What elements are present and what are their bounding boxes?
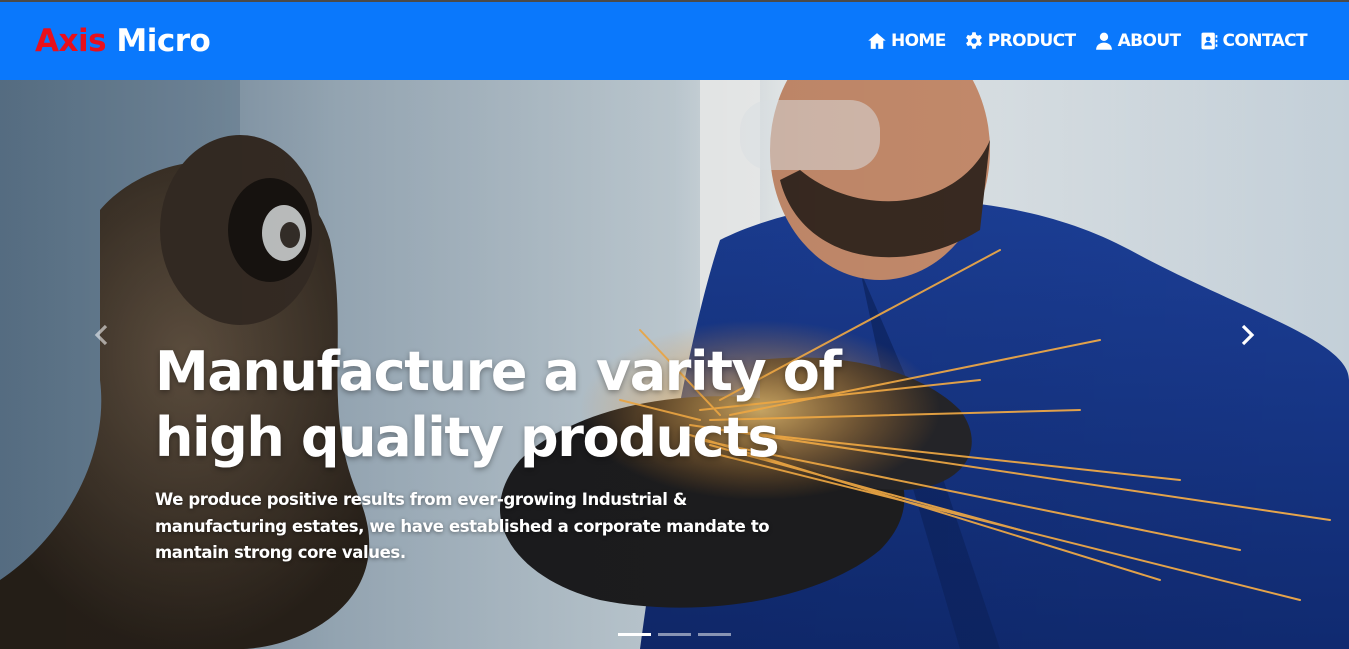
hero-carousel: Manufacture a varity of high quality pro…: [0, 80, 1349, 649]
brand-logo[interactable]: Axis Micro: [35, 23, 211, 59]
nav-item-contact[interactable]: CONTACT: [1199, 31, 1308, 51]
hero-caption: Manufacture a varity of high quality pro…: [155, 339, 855, 567]
chevron-left-icon: [94, 324, 108, 346]
hero-title: Manufacture a varity of high quality pro…: [155, 339, 855, 471]
nav-item-product-label: PRODUCT: [987, 31, 1076, 51]
gear-icon: [965, 32, 982, 49]
nav-item-about[interactable]: ABOUT: [1094, 31, 1181, 51]
navbar: Axis Micro HOME PRODUCT ABOUT CONTACT: [0, 2, 1349, 80]
carousel-next-button[interactable]: [1233, 320, 1263, 350]
carousel-indicator[interactable]: [618, 633, 651, 636]
nav-item-home-label: HOME: [890, 31, 946, 51]
hero-title-line1: Manufacture a varity of: [155, 340, 842, 403]
brand-part1: Axis: [35, 23, 107, 59]
nav-item-contact-label: CONTACT: [1222, 31, 1308, 51]
carousel-indicator[interactable]: [698, 633, 731, 636]
carousel-indicator[interactable]: [658, 633, 691, 636]
chevron-right-icon: [1241, 324, 1255, 346]
nav-item-about-label: ABOUT: [1117, 31, 1182, 51]
home-icon: [868, 33, 886, 49]
main-nav: HOME PRODUCT ABOUT CONTACT: [867, 31, 1308, 51]
brand-part2: Micro: [116, 23, 211, 59]
hero-title-line2: high quality products: [155, 406, 780, 469]
hero-subtitle: We produce positive results from ever-gr…: [155, 490, 770, 562]
nav-item-product[interactable]: PRODUCT: [964, 31, 1076, 51]
user-icon: [1095, 32, 1112, 50]
nav-item-home[interactable]: HOME: [867, 31, 946, 51]
address-book-icon: [1201, 32, 1217, 50]
carousel-prev-button[interactable]: [86, 320, 116, 350]
carousel-indicators: [618, 633, 731, 636]
